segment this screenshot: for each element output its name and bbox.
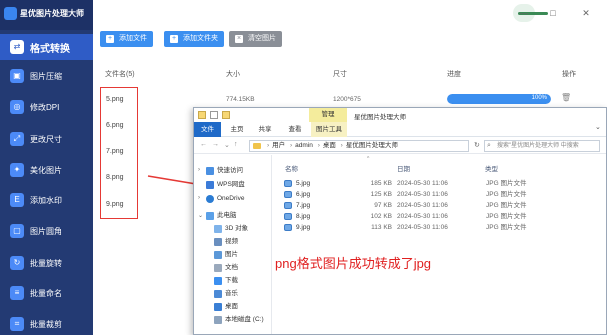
address-row: ← → ⌄ ↑ › 用户 › admin › 桌面 › 星优图片处理大师 ↻ ⌕ 搜索"…: [194, 138, 606, 154]
forward-icon[interactable]: →: [212, 141, 219, 148]
file-row[interactable]: 5.jpg 185 KB 2024-05-30 11:06 JPG 图片文件: [272, 178, 606, 189]
star-icon: [206, 167, 214, 175]
breadcrumb[interactable]: 桌面: [323, 142, 336, 149]
breadcrumb[interactable]: admin: [295, 142, 313, 149]
search-input[interactable]: ⌕ 搜索"星优图片处理大师 中搜索: [484, 140, 600, 152]
computer-icon: [206, 212, 214, 220]
col-header-name[interactable]: 名称: [285, 163, 298, 173]
3d-objects-icon: [214, 225, 222, 233]
annotation-caption: png格式图片成功转成了jpg: [275, 256, 432, 271]
expand-ribbon-icon[interactable]: ⌄: [595, 123, 601, 131]
folder-icon: [253, 143, 261, 149]
sort-arrow-icon: ^: [367, 156, 370, 162]
chevron-down-icon[interactable]: ⌄: [198, 212, 203, 219]
download-icon: [214, 277, 222, 285]
jpg-file-icon: [284, 180, 292, 187]
file-row[interactable]: 9.jpg 113 KB 2024-05-30 11:06 JPG 图片文件: [272, 222, 606, 233]
desktop-icon: [214, 303, 222, 311]
navigation-pane: › 快速访问 WPS网盘 › OneDrive ⌄ 此电脑 3D 对象 视频 图…: [194, 155, 272, 334]
disk-icon: [214, 316, 222, 324]
jpg-file-icon: [284, 191, 292, 198]
folder-icon: [198, 111, 206, 119]
tab-file[interactable]: 文件: [194, 122, 221, 137]
tab-home[interactable]: 主页: [226, 122, 248, 137]
address-bar[interactable]: › 用户 › admin › 桌面 › 星优图片处理大师: [249, 140, 469, 152]
breadcrumb[interactable]: 星优图片处理大师: [346, 142, 398, 149]
new-folder-icon[interactable]: [222, 111, 230, 119]
file-row[interactable]: 6.jpg 125 KB 2024-05-30 11:06 JPG 图片文件: [272, 189, 606, 200]
col-header-date[interactable]: 日期: [397, 163, 410, 173]
context-tab-manage[interactable]: 管理: [309, 108, 347, 122]
breadcrumb[interactable]: 用户: [272, 142, 285, 149]
jpg-file-icon: [284, 213, 292, 220]
jpg-file-icon: [284, 224, 292, 231]
chevron-right-icon[interactable]: ›: [198, 195, 200, 201]
search-placeholder: 搜索"星优图片处理大师 中搜索: [497, 143, 579, 149]
cloud-icon: [206, 181, 214, 189]
jpg-file-icon: [284, 202, 292, 209]
music-icon: [214, 290, 222, 298]
explorer-title-bar: 管理 星优图片处理大师: [194, 108, 606, 122]
refresh-icon[interactable]: ↻: [474, 141, 480, 149]
tab-view[interactable]: 查看: [284, 122, 306, 137]
ribbon-tabs: 文件 主页 共享 查看 图片工具 ⌄: [194, 122, 606, 137]
documents-icon: [214, 264, 222, 272]
tab-picture-tools[interactable]: 图片工具: [311, 122, 347, 137]
chevron-down-icon[interactable]: ⌄: [224, 141, 230, 149]
explorer-title: 星优图片处理大师: [354, 114, 406, 121]
video-icon: [214, 238, 222, 246]
pictures-icon: [214, 251, 222, 259]
onedrive-icon: [206, 195, 214, 203]
properties-icon[interactable]: [210, 111, 218, 119]
file-row[interactable]: 8.jpg 102 KB 2024-05-30 11:06 JPG 图片文件: [272, 211, 606, 222]
file-row[interactable]: 7.jpg 97 KB 2024-05-30 11:06 JPG 图片文件: [272, 200, 606, 211]
file-explorer-window: 管理 星优图片处理大师 文件 主页 共享 查看 图片工具 ⌄ ← → ⌄ ↑ ›…: [193, 107, 607, 335]
chevron-down-icon[interactable]: ›: [198, 167, 200, 173]
col-header-type[interactable]: 类型: [485, 163, 498, 173]
tab-share[interactable]: 共享: [254, 122, 276, 137]
search-icon: ⌕: [487, 142, 491, 149]
up-icon[interactable]: ↑: [234, 141, 238, 148]
back-icon[interactable]: ←: [200, 141, 207, 148]
